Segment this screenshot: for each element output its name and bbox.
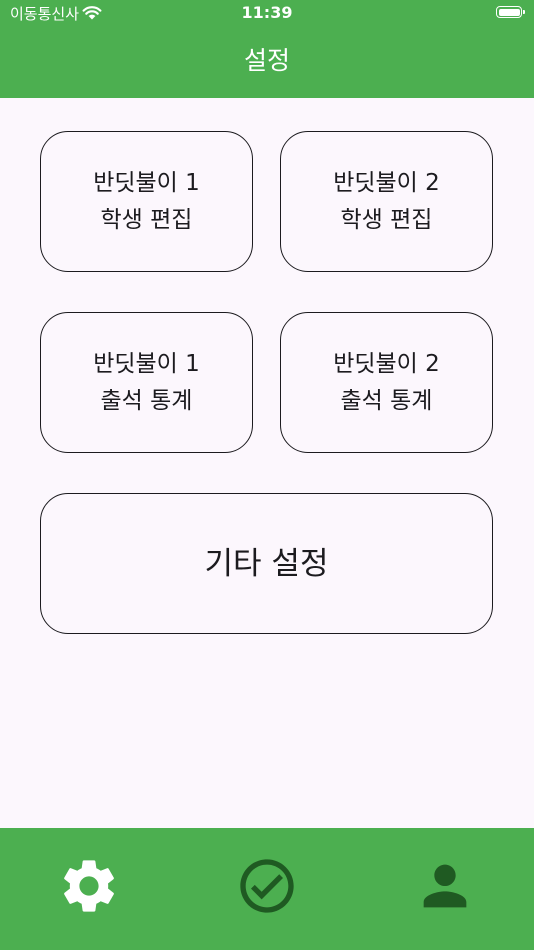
card-group-label: 반딧불이 1 [93,169,200,196]
other-settings-label: 기타 설정 [204,545,329,582]
check-circle-icon [240,859,294,913]
person-icon [423,864,467,908]
nav-profile-tab[interactable] [356,828,534,950]
attendance-stats-2-button[interactable]: 반딧불이 2 출석 통계 [280,312,493,453]
attendance-stats-1-button[interactable]: 반딧불이 1 출석 통계 [40,312,253,453]
card-action-label: 출석 통계 [340,387,433,414]
page-title: 설정 [243,46,290,75]
card-action-label: 출석 통계 [100,387,193,414]
edit-students-2-button[interactable]: 반딧불이 2 학생 편집 [280,131,493,272]
card-group-label: 반딧불이 2 [333,350,440,377]
top-bar: 이동통신사 11:39 설정 [0,0,534,98]
edit-students-1-button[interactable]: 반딧불이 1 학생 편집 [40,131,253,272]
clock: 11:39 [241,3,293,22]
card-action-label: 학생 편집 [100,206,193,233]
battery-icon [496,6,525,18]
gear-icon [64,860,114,912]
bottom-navigation [0,828,534,950]
card-group-label: 반딧불이 2 [333,169,440,196]
other-settings-button[interactable]: 기타 설정 [40,493,493,634]
nav-settings-tab[interactable] [0,828,178,950]
nav-attendance-tab[interactable] [178,828,356,950]
status-bar: 이동통신사 11:39 [0,0,534,28]
card-action-label: 학생 편집 [340,206,433,233]
card-group-label: 반딧불이 1 [93,350,200,377]
